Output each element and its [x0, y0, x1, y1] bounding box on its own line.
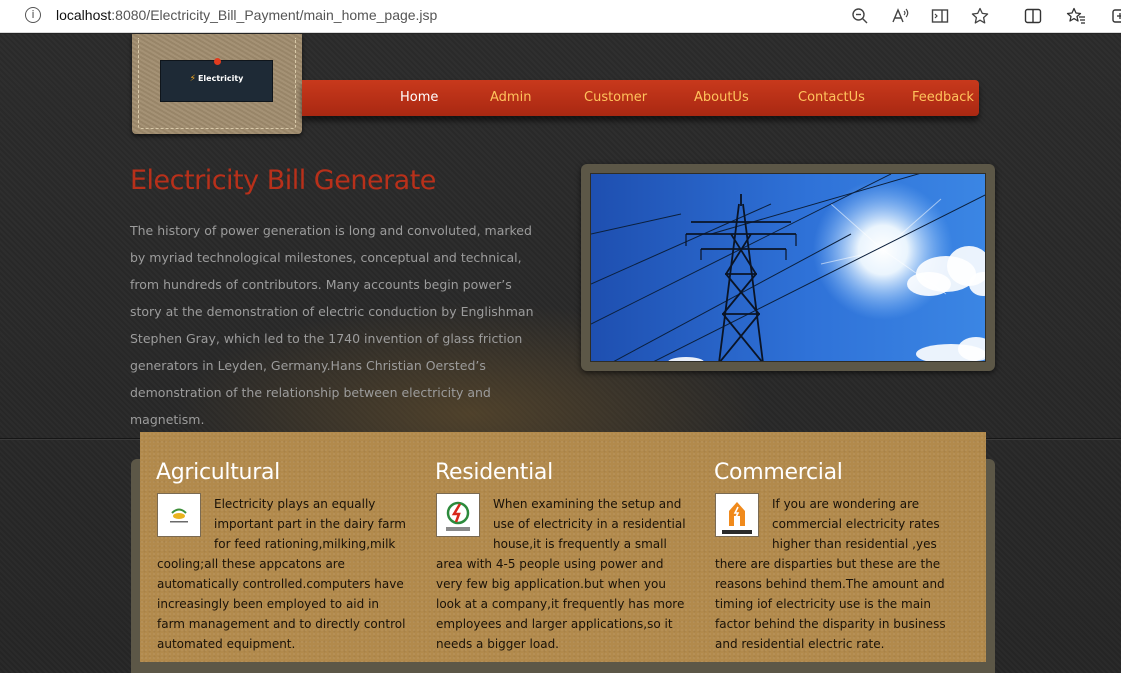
hero-description: The history of power generation is long …: [130, 223, 534, 427]
services-panel: Agricultural Electricity plays an equall…: [140, 432, 986, 662]
zoom-out-icon[interactable]: [850, 6, 870, 26]
nav-admin[interactable]: Admin: [490, 90, 531, 105]
url-host: localhost: [56, 7, 112, 23]
logo-pin: [214, 58, 221, 65]
service-description: Electricity plays an equally important p…: [157, 497, 406, 651]
nav-customer[interactable]: Customer: [584, 90, 647, 105]
service-description: If you are wondering are commercial elec…: [715, 497, 946, 651]
app-available-icon[interactable]: [930, 6, 950, 26]
service-description: When examining the setup and use of elec…: [436, 497, 686, 651]
nav-home[interactable]: Home: [400, 90, 438, 105]
url-path: :8080/Electricity_Bill_Payment/main_home…: [111, 7, 438, 23]
split-screen-icon[interactable]: [1023, 6, 1043, 26]
site-logo[interactable]: ⚡ Electricity: [160, 60, 273, 102]
info-icon[interactable]: i: [25, 7, 41, 23]
favorites-icon[interactable]: [1066, 6, 1086, 26]
browser-address-bar: i localhost:8080/Electricity_Bill_Paymen…: [0, 0, 1121, 33]
page-title: Electricity Bill Generate: [130, 165, 436, 196]
read-aloud-icon[interactable]: [890, 6, 910, 26]
nav-feedback[interactable]: Feedback: [912, 90, 974, 105]
favorite-star-icon[interactable]: [970, 6, 990, 26]
nav-aboutus[interactable]: AboutUs: [694, 90, 749, 105]
service-title: Agricultural: [156, 460, 280, 485]
logo-tag[interactable]: ⚡ Electricity: [132, 34, 302, 134]
nav-contactus[interactable]: ContactUs: [798, 90, 865, 105]
power-transmission-tower-photo: [590, 173, 986, 362]
logo-text: ⚡ Electricity: [161, 74, 272, 84]
logo-bolt-icon: ⚡: [189, 74, 196, 84]
collections-icon[interactable]: [1110, 6, 1121, 26]
url-field[interactable]: localhost:8080/Electricity_Bill_Payment/…: [56, 7, 437, 23]
service-title: Commercial: [714, 460, 843, 485]
logo-label: Electricity: [197, 74, 244, 83]
main-navigation: Home Admin Customer AboutUs ContactUs Fe…: [302, 80, 979, 116]
hero-image-frame: [581, 164, 995, 371]
service-title: Residential: [435, 460, 553, 485]
